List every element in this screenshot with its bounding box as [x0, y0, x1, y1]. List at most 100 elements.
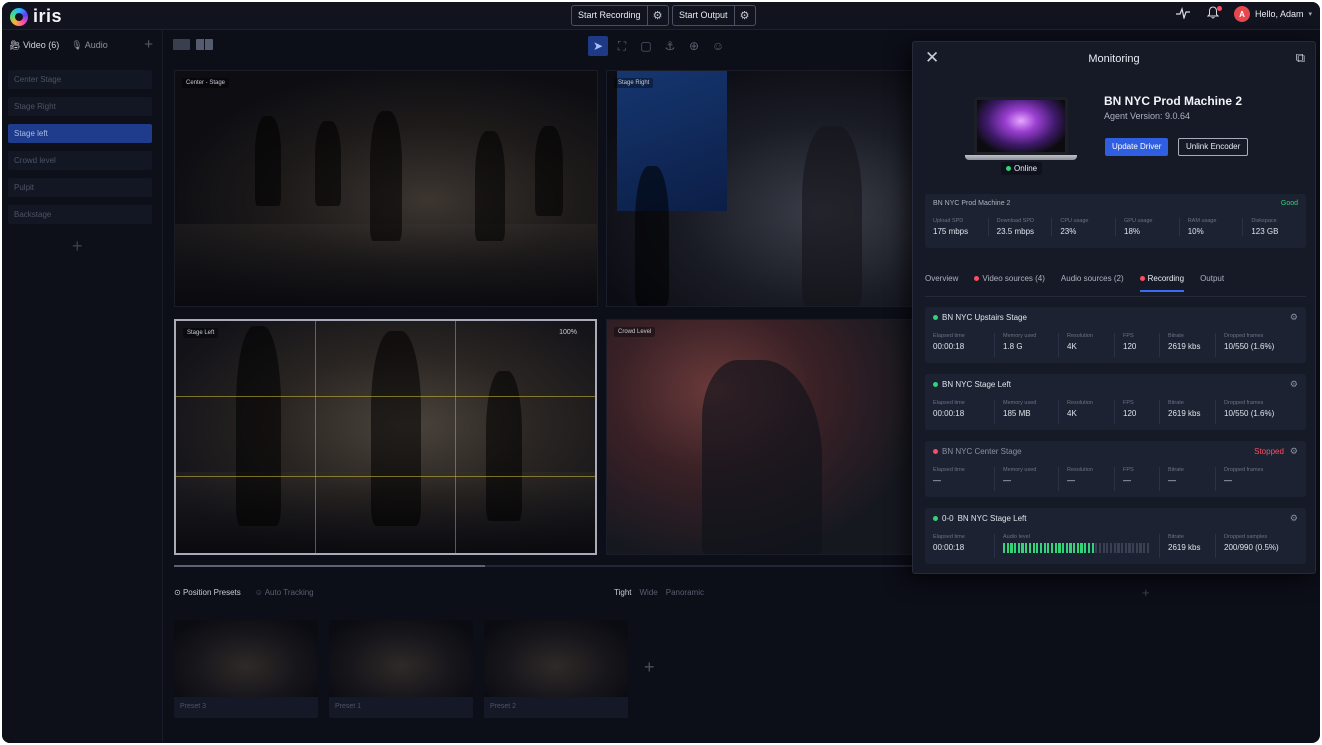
stat-diskspace: Diskspace 123 GB: [1243, 218, 1306, 236]
monitoring-pulse-icon[interactable]: [1174, 6, 1192, 22]
audio-level-bar: [1010, 543, 1013, 553]
start-recording-button[interactable]: Start Recording: [572, 6, 647, 25]
performer-silhouette: [486, 371, 522, 521]
metric: Elapsed time —: [925, 467, 995, 491]
tab-audio-sources[interactable]: Audio sources (2): [1061, 274, 1124, 292]
recording-settings-icon[interactable]: ⚙: [1290, 312, 1298, 323]
tab-audio[interactable]: 🎙︎ Audio: [71, 40, 107, 51]
recording-name: BN NYC Center Stage: [942, 447, 1022, 456]
recording-settings-icon[interactable]: ⚙: [1290, 446, 1298, 457]
audio-level-bar: [1113, 543, 1116, 553]
source-item[interactable]: Pulpit: [8, 178, 152, 197]
tab-video[interactable]: 🎥︎ Video (6): [9, 40, 59, 51]
stats-columns: Upload SPD 175 mbps Download SPD 23.5 mbps…: [925, 218, 1306, 236]
single-view-icon[interactable]: [173, 39, 190, 50]
source-item[interactable]: Center Stage: [8, 70, 152, 89]
machine-stats-card: BN NYC Prod Machine 2 Good Upload SPD 175…: [925, 194, 1306, 248]
video-tile-crowd-level[interactable]: Crowd Level: [606, 319, 916, 555]
frame-tool-icon[interactable]: ⛶: [612, 36, 632, 56]
recording-metrics: Elapsed time 00:00:18 Memory used 185 MB R…: [925, 400, 1306, 424]
source-item[interactable]: Stage Right: [8, 97, 152, 116]
add-preset-plus-icon[interactable]: +: [644, 657, 655, 678]
tab-output[interactable]: Output: [1200, 274, 1224, 292]
tab-video-sources[interactable]: Video sources (4): [974, 274, 1045, 292]
audio-level-bar: [1087, 543, 1090, 553]
performer-silhouette: [635, 166, 669, 306]
source-item[interactable]: Crowd level: [8, 151, 152, 170]
grid-view-icon[interactable]: [196, 39, 213, 50]
crop-tool-icon[interactable]: ▢: [636, 36, 656, 56]
camera-tools: ➤ ⛶ ▢ ⚓ ⊕ ☺: [588, 36, 728, 56]
tab-position-presets[interactable]: ⊙ Position Presets: [174, 588, 241, 597]
audio-level-meter: Audio level: [995, 534, 1160, 558]
audio-level-bar: [1102, 543, 1105, 553]
source-item-selected[interactable]: Stage left: [8, 124, 152, 143]
performer-silhouette: [236, 326, 281, 526]
metric-label: Elapsed time: [933, 467, 965, 473]
video-tile-stage-left[interactable]: Stage Left 100%: [174, 319, 597, 555]
notification-dot: [1216, 6, 1222, 11]
source-item[interactable]: Backstage: [8, 205, 152, 224]
logo[interactable]: iris: [10, 6, 62, 27]
recording-card: BN NYC Upstairs Stage ⚙ Elapsed time 00:0…: [925, 307, 1306, 363]
user-menu[interactable]: A Hello, Adam ▾: [1233, 6, 1312, 22]
audio-level-bar: [1032, 543, 1035, 553]
tab-panoramic[interactable]: Panoramic: [666, 588, 704, 597]
notification-bell-icon[interactable]: [1204, 6, 1222, 22]
add-preset-icon[interactable]: +: [1142, 585, 1150, 600]
metric-value: 200/990 (0.5%): [1224, 543, 1279, 552]
audio-level-bar: [1036, 543, 1039, 553]
tab-video-sources-label: Video sources (4): [982, 274, 1045, 283]
face-tracking-tool-icon[interactable]: ☺: [708, 36, 728, 56]
metric-label: Dropped frames: [1224, 467, 1264, 473]
add-source-icon[interactable]: +: [144, 36, 153, 53]
add-source-plus-icon[interactable]: +: [72, 236, 83, 257]
backdrop-screen: [617, 71, 727, 211]
metric: Dropped frames 10/550 (1.6%): [1216, 400, 1306, 424]
preset-card[interactable]: Preset 1: [329, 620, 473, 718]
stat-upload: Upload SPD 175 mbps: [925, 218, 989, 236]
stat-value: 23.5 mbps: [996, 227, 1035, 236]
laptop-image: [965, 97, 1077, 160]
preset-card[interactable]: Preset 2: [484, 620, 628, 718]
start-output-button[interactable]: Start Output: [673, 6, 734, 25]
metric-label: Bitrate: [1168, 534, 1184, 540]
recording-header: BN NYC Stage Left: [933, 380, 1011, 389]
metric-label: Elapsed time: [933, 333, 965, 339]
recording-name: BN NYC Stage Left: [942, 380, 1011, 389]
recording-settings-icon[interactable]: ⚙: [1290, 379, 1298, 390]
stat-label: RAM usage: [1187, 218, 1217, 224]
video-tile-center-stage[interactable]: Center - Stage: [174, 70, 598, 307]
anchor-tool-icon[interactable]: ⚓: [660, 36, 680, 56]
recording-settings-icon[interactable]: ⚙: [1290, 513, 1298, 524]
video-tile-stage-right[interactable]: Stage Right: [606, 70, 916, 307]
tab-overview[interactable]: Overview: [925, 274, 958, 292]
unlink-encoder-button[interactable]: Unlink Encoder: [1178, 138, 1249, 156]
top-bar: iris Start Recording ⚙ Start Output ⚙ A …: [2, 2, 1320, 30]
audio-level-bar: [1054, 543, 1057, 553]
preset-card[interactable]: Preset 3: [174, 620, 318, 718]
framing-guide: [315, 321, 316, 553]
machine-name: BN NYC Prod Machine 2: [1104, 94, 1243, 108]
timeline-scrubber[interactable]: [174, 565, 914, 567]
tab-recording[interactable]: Recording: [1139, 274, 1185, 292]
tab-wide[interactable]: Wide: [640, 588, 658, 597]
recording-actions: ⚙: [1290, 312, 1298, 323]
update-driver-button[interactable]: Update Driver: [1105, 138, 1169, 156]
audio-level-bar: [1121, 543, 1124, 553]
audio-level-bars: [1003, 543, 1159, 553]
audio-level-bar: [1025, 543, 1028, 553]
cursor-tool-icon[interactable]: ➤: [588, 36, 608, 56]
audio-level-bar: [1124, 543, 1127, 553]
recording-header: BN NYC Center Stage: [933, 447, 1022, 456]
stat-label: GPU usage: [1124, 218, 1153, 224]
output-settings-gear-icon[interactable]: ⚙: [733, 6, 755, 25]
recording-settings-gear-icon[interactable]: ⚙: [646, 6, 668, 25]
tab-auto-tracking[interactable]: ☺ Auto Tracking: [255, 588, 314, 597]
stat-download: Download SPD 23.5 mbps: [989, 218, 1053, 236]
tab-tight[interactable]: Tight: [614, 588, 632, 597]
crowd-silhouette: [702, 360, 822, 554]
monitoring-panel: ✕ Monitoring ⧉ Online BN NYC Prod Machin…: [912, 41, 1316, 574]
popout-icon[interactable]: ⧉: [1296, 50, 1305, 66]
zoom-tool-icon[interactable]: ⊕: [684, 36, 704, 56]
